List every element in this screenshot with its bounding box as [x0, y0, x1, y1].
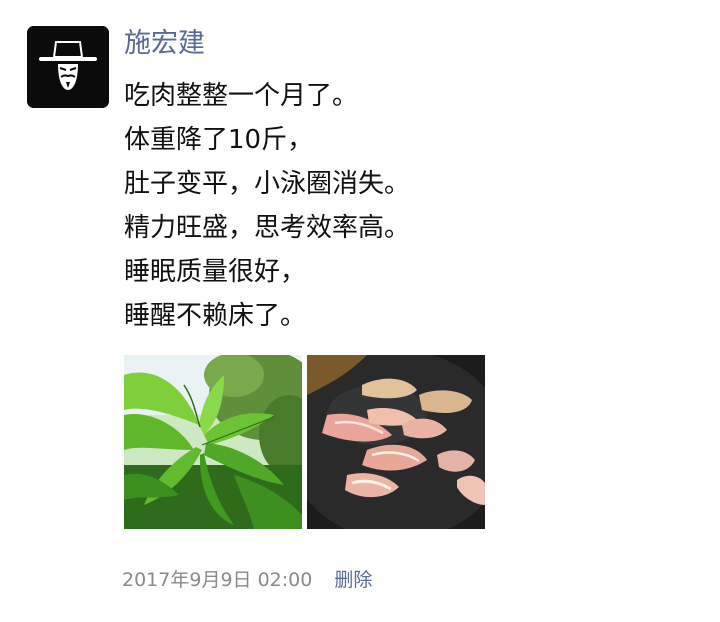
- green-plant-leaves-photo: [124, 355, 302, 529]
- post-line: 睡眠质量很好，: [124, 257, 307, 287]
- post-footer: 2017年9月9日 02:00 删除: [122, 565, 372, 595]
- photo-pork[interactable]: [307, 355, 485, 529]
- avatar[interactable]: [27, 26, 109, 108]
- post-line: 精力旺盛，思考效率高。: [124, 213, 411, 243]
- post-line: 吃肉整整一个月了。: [124, 81, 359, 111]
- masked-man-avatar-icon: [27, 26, 109, 108]
- photo-plant[interactable]: [124, 355, 302, 529]
- post-line: 肚子变平，小泳圈消失。: [124, 169, 411, 199]
- post-line: 体重降了10斤，: [124, 125, 314, 155]
- post-timestamp: 2017年9月9日 02:00: [122, 569, 313, 591]
- author-name[interactable]: 施宏建: [124, 24, 205, 64]
- post-text: 吃肉整整一个月了。 体重降了10斤， 肚子变平，小泳圈消失。 精力旺盛，思考效率…: [124, 74, 684, 338]
- post-line: 睡醒不赖床了。: [124, 301, 307, 331]
- pork-frying-in-pan-photo: [307, 355, 485, 529]
- delete-link[interactable]: 删除: [334, 569, 372, 591]
